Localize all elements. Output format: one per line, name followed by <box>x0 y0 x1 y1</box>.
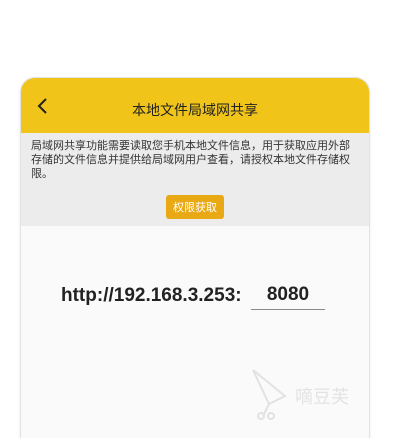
app-screen: 本地文件局域网共享 局域网共享功能需要读取您手机本地文件信息，用于获取应用外部存… <box>21 78 369 438</box>
watermark: 嘀豆芙 <box>249 366 369 426</box>
header-bar: 本地文件局域网共享 <box>21 78 369 133</box>
grant-permission-button[interactable]: 权限获取 <box>166 195 224 219</box>
page-title: 本地文件局域网共享 <box>132 103 258 119</box>
permission-notice: 局域网共享功能需要读取您手机本地文件信息，用于获取应用外部存储的文件信息并提供给… <box>31 139 350 180</box>
content-area: http://192.168.3.253: 8080 嘀豆芙 <box>21 226 369 438</box>
watermark-text: 嘀豆芙 <box>295 387 349 408</box>
port-field[interactable]: 8080 <box>251 284 325 310</box>
server-url: http://192.168.3.253: <box>61 285 242 306</box>
